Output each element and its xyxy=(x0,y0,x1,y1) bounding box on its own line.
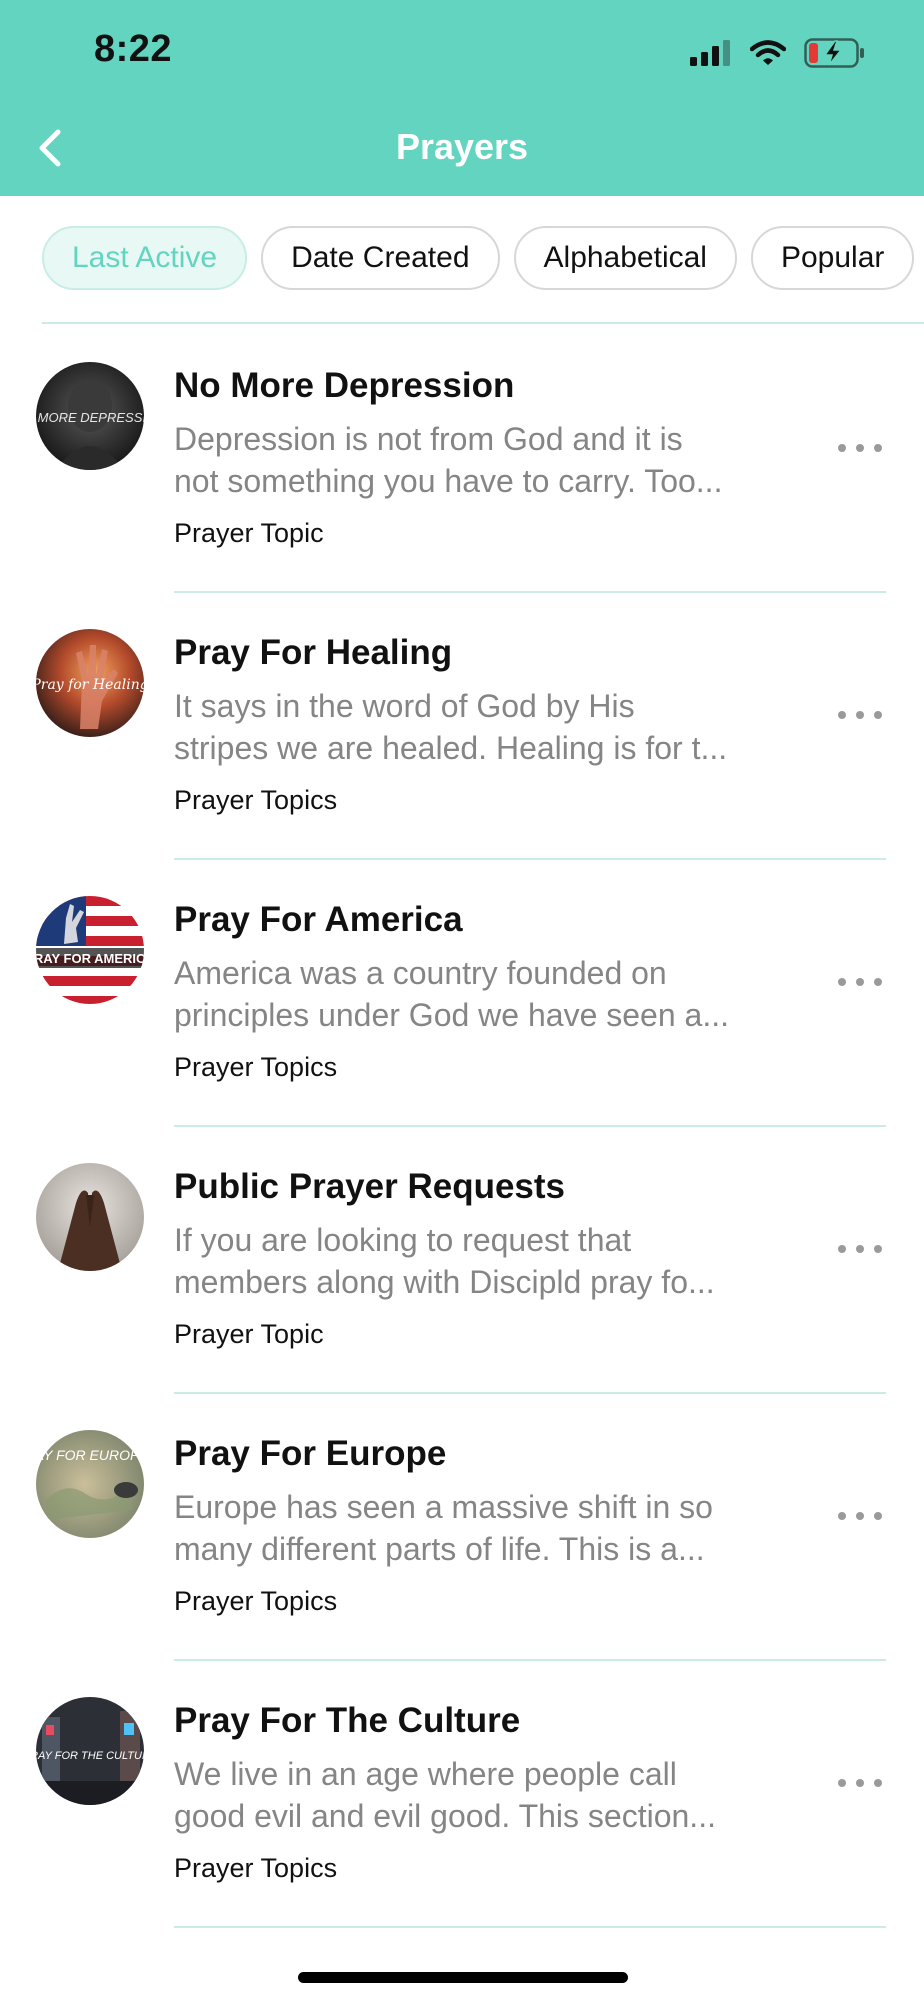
prayer-description: Europe has seen a massive shift in so ma… xyxy=(174,1489,713,1567)
app-header: 8:22 Prayers xyxy=(0,0,924,196)
prayer-category: Prayer Topics xyxy=(174,785,338,815)
prayer-category: Prayer Topics xyxy=(174,1052,338,1082)
more-options-icon[interactable] xyxy=(838,1237,882,1261)
battery-charging-icon xyxy=(804,38,864,68)
signal-icon xyxy=(690,40,730,66)
prayer-list-item[interactable]: NO MORE DEPRESSION No More Depression De… xyxy=(0,326,924,593)
svg-text:PRAY FOR EUROPE: PRAY FOR EUROPE xyxy=(36,1447,144,1463)
status-time: 8:22 xyxy=(94,28,173,70)
prayer-list-item[interactable]: PRAY FOR AMERICA Pray For America Americ… xyxy=(0,860,924,1127)
row-divider xyxy=(174,1926,886,1928)
svg-text:NO MORE DEPRESSION: NO MORE DEPRESSION xyxy=(36,410,144,425)
wifi-icon xyxy=(750,40,786,65)
prayer-category: Prayer Topics xyxy=(174,1586,338,1616)
svg-text:Pray for Healing: Pray for Healing xyxy=(36,677,144,693)
more-options-icon[interactable] xyxy=(838,1504,882,1528)
filter-chip-popular[interactable]: Popular xyxy=(750,226,915,290)
prayer-avatar xyxy=(36,1163,144,1271)
prayer-avatar: PRAY FOR AMERICA xyxy=(36,896,144,1004)
prayer-description: It says in the word of God by His stripe… xyxy=(174,688,728,766)
prayer-title: Pray For Europe xyxy=(174,1434,447,1473)
prayer-list-item[interactable]: PRAY FOR EUROPE Pray For Europe Europe h… xyxy=(0,1394,924,1661)
svg-text:PRAY FOR AMERICA: PRAY FOR AMERICA xyxy=(36,951,144,966)
prayer-description: If you are looking to request that membe… xyxy=(174,1222,715,1300)
prayer-avatar: PRAY FOR THE CULTURE xyxy=(36,1697,144,1805)
prayer-category: Prayer Topic xyxy=(174,518,324,548)
sort-filter-bar: Last Active Date Created Alphabetical Po… xyxy=(0,196,924,324)
prayer-category: Prayer Topics xyxy=(174,1853,338,1883)
prayer-title: Pray For America xyxy=(174,900,463,939)
filter-chip-last-active[interactable]: Last Active xyxy=(42,226,248,290)
more-options-icon[interactable] xyxy=(838,1771,882,1795)
prayer-avatar: PRAY FOR EUROPE xyxy=(36,1430,144,1538)
prayer-title: No More Depression xyxy=(174,366,515,405)
prayer-list-item[interactable]: Pray for Healing Pray For Healing It say… xyxy=(0,593,924,860)
page-title: Prayers xyxy=(395,126,529,167)
prayer-description: America was a country founded on princip… xyxy=(174,955,729,1033)
filter-chip-date-created[interactable]: Date Created xyxy=(261,226,500,290)
filter-divider xyxy=(42,322,924,324)
prayer-description: Depression is not from God and it is not… xyxy=(174,421,723,499)
more-options-icon[interactable] xyxy=(838,703,882,727)
prayer-list-item[interactable]: Public Prayer Requests If you are lookin… xyxy=(0,1127,924,1394)
home-indicator xyxy=(298,1972,628,1983)
status-icons xyxy=(690,36,866,70)
prayer-category: Prayer Topic xyxy=(174,1319,324,1349)
prayer-list: NO MORE DEPRESSION No More Depression De… xyxy=(0,326,924,1928)
prayer-avatar: Pray for Healing xyxy=(36,629,144,737)
svg-text:PRAY FOR THE CULTURE: PRAY FOR THE CULTURE xyxy=(36,1750,144,1762)
prayer-avatar: NO MORE DEPRESSION xyxy=(36,362,144,470)
filter-chip-alphabetical[interactable]: Alphabetical xyxy=(513,226,737,290)
more-options-icon[interactable] xyxy=(838,970,882,994)
prayer-list-item[interactable]: PRAY FOR THE CULTURE Pray For The Cultur… xyxy=(0,1661,924,1928)
prayer-title: Pray For Healing xyxy=(174,633,453,672)
more-options-icon[interactable] xyxy=(838,436,882,460)
prayer-title: Public Prayer Requests xyxy=(174,1167,565,1206)
prayer-description: We live in an age where people call good… xyxy=(174,1756,716,1834)
prayer-title: Pray For The Culture xyxy=(174,1701,521,1740)
